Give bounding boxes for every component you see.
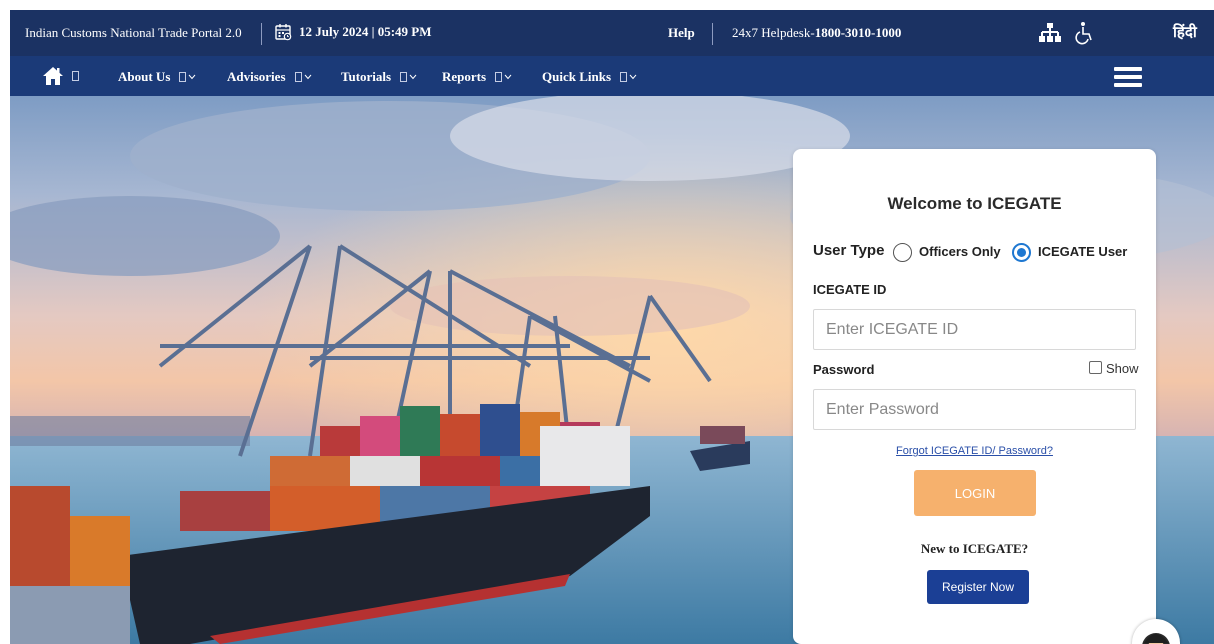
nav-item-about-us[interactable]: About Us <box>118 69 196 85</box>
home-dropdown-icon[interactable] <box>72 71 79 81</box>
register-now-button[interactable]: Register Now <box>927 570 1029 604</box>
radio-icegate-user[interactable] <box>1012 243 1031 262</box>
menu-icon <box>620 72 628 82</box>
helpdesk-number: 1800-3010-1000 <box>814 25 902 40</box>
user-type-label: User Type <box>813 242 885 259</box>
chevron-down-icon <box>304 74 311 80</box>
hindi-language-link[interactable]: हिंदी <box>1173 22 1197 42</box>
help-link[interactable]: Help <box>668 25 695 41</box>
password-label: Password <box>813 362 875 377</box>
menu-icon <box>400 72 408 82</box>
top-bar: Indian Customs National Trade Portal 2.0… <box>10 10 1214 56</box>
show-password-checkbox[interactable] <box>1089 361 1102 374</box>
accessibility-icon[interactable] <box>1075 21 1095 45</box>
chevron-down-icon <box>188 74 196 80</box>
radio-label-icegate-user: ICEGATE User <box>1038 244 1128 259</box>
calendar-icon <box>275 24 292 41</box>
nav-item-label: Tutorials <box>341 69 392 84</box>
nav-item-label: Advisories <box>227 69 286 84</box>
nav-item-quick-links[interactable]: Quick Links <box>542 69 637 85</box>
home-icon[interactable] <box>42 66 64 86</box>
helpdesk-prefix: 24x7 Helpdesk- <box>732 25 815 40</box>
nav-item-advisories[interactable]: Advisories <box>227 69 312 85</box>
current-datetime: 12 July 2024 | 05:49 PM <box>299 24 432 39</box>
radio-officers-only[interactable] <box>893 243 912 262</box>
icegate-id-input[interactable] <box>813 309 1136 350</box>
menu-icon <box>294 72 302 82</box>
hamburger-menu-icon[interactable] <box>1114 67 1142 87</box>
nav-item-reports[interactable]: Reports <box>442 69 512 85</box>
forgot-credentials-link[interactable]: Forgot ICEGATE ID/ Password? <box>793 445 1156 457</box>
show-password-label: Show <box>1106 361 1139 376</box>
icegate-id-label: ICEGATE ID <box>813 282 887 297</box>
menu-icon <box>495 72 503 82</box>
password-input[interactable] <box>813 389 1136 430</box>
chevron-down-icon <box>504 74 512 80</box>
divider <box>712 23 713 45</box>
nav-item-label: Quick Links <box>542 69 612 84</box>
login-button[interactable]: LOGIN <box>914 470 1036 516</box>
nav-item-label: Reports <box>442 69 487 84</box>
login-title: Welcome to ICEGATE <box>887 194 1062 213</box>
menu-icon <box>179 72 187 82</box>
nav-item-label: About Us <box>118 69 171 84</box>
new-user-text: New to ICEGATE? <box>920 541 1029 556</box>
divider <box>261 23 262 45</box>
page-frame: Indian Customs National Trade Portal 2.0… <box>10 10 1214 644</box>
main-nav: About Us Advisories Tutorials Reports Qu… <box>10 56 1214 96</box>
portal-title: Indian Customs National Trade Portal 2.0 <box>25 25 242 40</box>
sitemap-icon[interactable] <box>1039 22 1061 44</box>
radio-label-officers-only: Officers Only <box>919 244 1001 259</box>
nav-item-tutorials[interactable]: Tutorials <box>341 69 417 85</box>
helpdesk-info: 24x7 Helpdesk-1800-3010-1000 <box>732 25 901 41</box>
chevron-down-icon <box>409 74 417 80</box>
chevron-down-icon <box>629 74 637 80</box>
login-card: Welcome to ICEGATE User Type Officers On… <box>793 149 1156 644</box>
